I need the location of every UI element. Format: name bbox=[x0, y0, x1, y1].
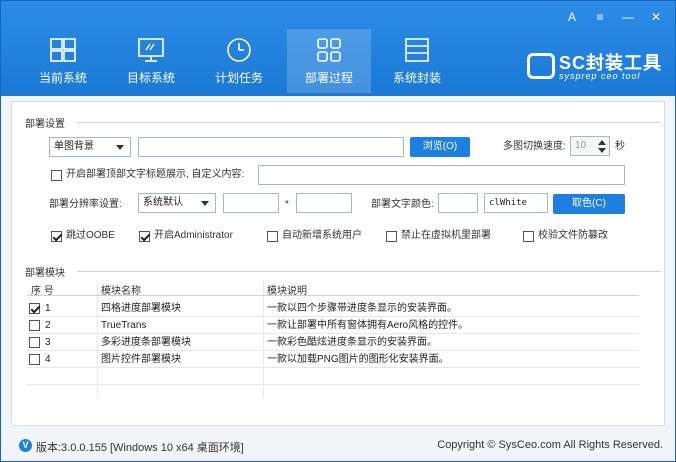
option-label: 禁止在虚拟机里部署 bbox=[401, 230, 491, 241]
row-number: 4 bbox=[45, 354, 51, 365]
windows-icon bbox=[50, 38, 76, 62]
stepper-up-icon[interactable] bbox=[597, 139, 607, 147]
header-bar: A ≡ — ✕ 当前系统 目标系统 计划任务 部署过程 系统封装 SC封装工具 … bbox=[1, 1, 675, 96]
close-icon[interactable]: ✕ bbox=[643, 9, 669, 25]
table-row-empty bbox=[27, 368, 639, 385]
row-number: 1 bbox=[45, 303, 51, 314]
column-header-no: 序 号 bbox=[31, 286, 54, 297]
tab-label: 计划任务 bbox=[214, 71, 263, 85]
column-header-name: 模块名称 bbox=[101, 286, 141, 297]
switch-speed-stepper[interactable]: 10 bbox=[570, 136, 610, 156]
option-label: 自动新增系统用户 bbox=[282, 230, 362, 241]
table-header: 序 号 模块名称 模块说明 bbox=[27, 280, 639, 297]
logo-subtitle: sysprep ceo tool bbox=[559, 71, 641, 81]
table-row[interactable]: 1 四格进度部署模块 一款以四个步骤带进度条显示的安装界面。 bbox=[27, 300, 639, 317]
option-checkbox-auto-user[interactable] bbox=[267, 231, 278, 242]
tab-target-system[interactable]: 目标系统 bbox=[109, 29, 193, 93]
module-desc: 一款以四个步骤带进度条显示的安装界面。 bbox=[267, 303, 457, 314]
row-checkbox[interactable] bbox=[29, 303, 40, 314]
monitor-icon bbox=[138, 38, 164, 62]
resolution-separator: * bbox=[285, 199, 289, 210]
version-badge-icon: V bbox=[19, 439, 32, 452]
logo: SC封装工具 sysprep ceo tool bbox=[525, 49, 665, 85]
resolution-height-input[interactable] bbox=[296, 193, 352, 213]
version-text: 版本:3.0.0.155 [Windows 10 x64 桌面环境] bbox=[36, 442, 244, 454]
row-number: 3 bbox=[45, 337, 51, 348]
row-number: 2 bbox=[45, 320, 51, 331]
resolution-width-input[interactable] bbox=[223, 193, 279, 213]
tab-label: 系统封装 bbox=[392, 71, 441, 85]
section-title-modules: 部署模块 bbox=[25, 268, 65, 279]
tab-system-package[interactable]: 系统封装 bbox=[375, 29, 459, 93]
option-checkbox-skip-oobe[interactable] bbox=[51, 231, 62, 242]
tab-label: 部署过程 bbox=[304, 71, 353, 85]
tab-deploy-process[interactable]: 部署过程 bbox=[287, 29, 371, 93]
resolution-label: 部署分辨率设置: bbox=[49, 199, 122, 210]
table-row-empty bbox=[27, 385, 639, 402]
option-checkbox-no-vm[interactable] bbox=[386, 231, 397, 242]
table-row[interactable]: 2 TrueTrans 一款让部署中所有窗体拥有Aero风格的控件。 bbox=[27, 317, 639, 334]
switch-speed-value: 10 bbox=[575, 140, 587, 151]
stepper-down-icon[interactable] bbox=[597, 147, 607, 155]
tab-label: 目标系统 bbox=[126, 71, 175, 85]
logo-mark-icon bbox=[527, 53, 555, 79]
menu-icon[interactable]: ≡ bbox=[587, 9, 613, 25]
row-checkbox[interactable] bbox=[29, 337, 40, 348]
status-bar: V 版本:3.0.0.155 [Windows 10 x64 桌面环境] Cop… bbox=[1, 432, 675, 461]
text-color-label: 部署文字颜色: bbox=[371, 199, 434, 210]
section-title-deploy-settings: 部署设置 bbox=[25, 119, 65, 130]
section-divider bbox=[77, 271, 661, 272]
pick-color-button[interactable]: 取色(C) bbox=[553, 194, 625, 214]
option-checkbox-administrator[interactable] bbox=[139, 231, 150, 242]
package-icon bbox=[405, 38, 429, 62]
top-text-input[interactable] bbox=[258, 165, 625, 185]
row-checkbox[interactable] bbox=[29, 354, 40, 365]
browse-button[interactable]: 浏览(O) bbox=[410, 137, 470, 157]
table-row[interactable]: 3 多彩进度条部署模块 一款彩色酷炫进度条显示的安装界面。 bbox=[27, 334, 639, 351]
minimize-icon[interactable]: — bbox=[615, 9, 641, 25]
top-text-checkbox-label: 开启部署顶部文字标题展示, 自定义内容: bbox=[66, 169, 245, 180]
section-divider bbox=[77, 122, 661, 123]
text-color-swatch[interactable] bbox=[438, 193, 478, 213]
text-color-input[interactable]: clWhite bbox=[484, 193, 548, 213]
module-desc: 一款让部署中所有窗体拥有Aero风格的控件。 bbox=[267, 320, 469, 331]
row-checkbox[interactable] bbox=[29, 320, 40, 331]
module-desc: 一款以加载PNG图片的图形化安装界面。 bbox=[267, 354, 449, 365]
window-controls: A ≡ — ✕ bbox=[559, 9, 669, 25]
resolution-select[interactable]: 系统默认 bbox=[138, 193, 216, 213]
module-name: 图片控件部署模块 bbox=[101, 354, 181, 365]
modules-table: 序 号 模块名称 模块说明 1 四格进度部署模块 一款以四个步骤带进度条显示的安… bbox=[27, 280, 639, 398]
table-row[interactable]: 4 图片控件部署模块 一款以加载PNG图片的图形化安装界面。 bbox=[27, 351, 639, 368]
top-text-checkbox[interactable] bbox=[51, 170, 62, 181]
tab-label: 当前系统 bbox=[38, 71, 87, 85]
copyright-text: Copyright © SysCeo.com All Rights Reserv… bbox=[437, 439, 663, 451]
modules-icon bbox=[317, 38, 341, 62]
option-label: 开启Administrator bbox=[154, 230, 233, 241]
clock-icon bbox=[227, 38, 251, 62]
module-name: TrueTrans bbox=[101, 320, 147, 331]
tab-current-system[interactable]: 当前系统 bbox=[21, 29, 105, 93]
font-size-icon[interactable]: A bbox=[559, 9, 585, 25]
switch-speed-unit: 秒 bbox=[615, 141, 625, 152]
column-header-desc: 模块说明 bbox=[267, 286, 307, 297]
option-checkbox-verify-files[interactable] bbox=[523, 231, 534, 242]
background-mode-select[interactable]: 单图背景 bbox=[49, 137, 131, 157]
module-name: 四格进度部署模块 bbox=[101, 303, 181, 314]
tab-scheduled-tasks[interactable]: 计划任务 bbox=[197, 29, 281, 93]
module-name: 多彩进度条部署模块 bbox=[101, 337, 191, 348]
option-label: 跳过OOBE bbox=[66, 230, 115, 241]
option-label: 校验文件防篡改 bbox=[538, 230, 608, 241]
module-desc: 一款彩色酷炫进度条显示的安装界面。 bbox=[267, 337, 437, 348]
switch-speed-label: 多图切换速度: bbox=[503, 141, 566, 152]
app-window: A ≡ — ✕ 当前系统 目标系统 计划任务 部署过程 系统封装 SC封装工具 … bbox=[0, 0, 676, 462]
background-path-input[interactable] bbox=[138, 137, 404, 157]
